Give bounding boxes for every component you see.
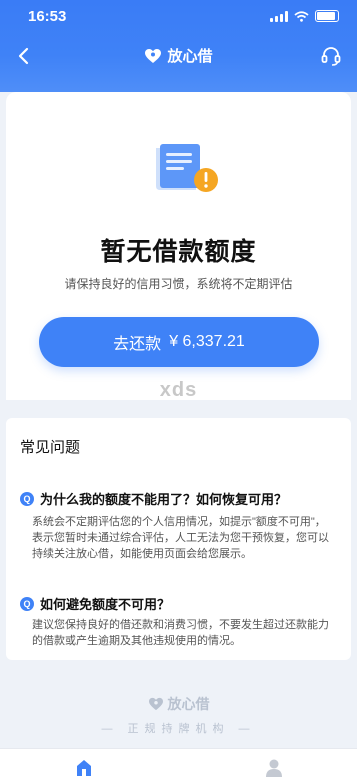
status-bar: 16:53 bbox=[0, 0, 357, 34]
tab-profile[interactable] bbox=[262, 757, 286, 779]
faq-question: Q 为什么我的额度不能用了？如何恢复可用？ bbox=[20, 489, 287, 508]
customer-service-button[interactable] bbox=[317, 42, 345, 70]
signal-icon bbox=[270, 10, 288, 22]
faq-question-text: 为什么我的额度不能用了？如何恢复可用？ bbox=[40, 492, 288, 507]
faq-answer: 系统会不定期评估您的个人信用情况，如提示"额度不可用"，表示您暂时未通过综合评估… bbox=[32, 516, 329, 560]
repay-label: 去还款 bbox=[113, 336, 162, 353]
credit-status-card: 暂无借款额度 请保持良好的信用习惯，系统将不定期评估 去还款 ¥ 6,337.2… bbox=[6, 92, 351, 401]
battery-icon bbox=[315, 10, 339, 22]
faq-section: 常见问题 Q 为什么我的额度不能用了？如何恢复可用？ 系统会不定期评估您的个人信… bbox=[6, 418, 351, 660]
faq-answer: 建议您保持良好的借还款和消费习惯，不要发生超过还款能力的借款或产生逾期及其他违规… bbox=[32, 619, 329, 647]
watermark: xds bbox=[159, 379, 198, 401]
footer-brand: 放心借 — 正规持牌机构 — bbox=[0, 694, 357, 736]
question-icon: Q bbox=[20, 491, 34, 506]
heart-logo-icon bbox=[145, 48, 162, 63]
faq-question-text: 如何避免额度不可用？ bbox=[40, 597, 171, 612]
heart-logo-icon bbox=[148, 697, 163, 711]
footer-brand-name: 放心借 bbox=[167, 696, 210, 712]
question-icon: Q bbox=[20, 596, 34, 611]
page-subtitle: 请保持良好的信用习惯，系统将不定期评估 bbox=[64, 277, 293, 291]
home-icon bbox=[77, 760, 91, 776]
tab-home[interactable] bbox=[72, 757, 96, 779]
repay-amount: ¥ 6,337.21 bbox=[169, 333, 245, 350]
document-warning-icon bbox=[156, 144, 218, 192]
footer-tagline: — 正规持牌机构 — bbox=[101, 723, 256, 735]
faq-question: Q 如何避免额度不可用？ bbox=[20, 594, 170, 613]
status-icons bbox=[270, 10, 339, 22]
nav-bar: 放心借 bbox=[0, 38, 357, 74]
app-header: 16:53 放心借 bbox=[0, 0, 357, 92]
wifi-icon bbox=[294, 10, 309, 22]
footer-logo: 放心借 bbox=[148, 694, 210, 714]
page-title: 暂无借款额度 bbox=[100, 238, 257, 266]
tab-bar bbox=[0, 748, 357, 784]
repay-button[interactable]: 去还款 ¥ 6,337.21 bbox=[39, 317, 319, 367]
nav-title: 放心借 bbox=[167, 48, 213, 65]
footer-tagline-text: 正规持牌机构 bbox=[127, 723, 230, 735]
user-icon bbox=[266, 759, 282, 777]
status-time: 16:53 bbox=[28, 8, 67, 25]
faq-heading: 常见问题 bbox=[20, 439, 81, 456]
headset-icon bbox=[321, 47, 341, 66]
nav-title-group: 放心借 bbox=[0, 45, 357, 66]
